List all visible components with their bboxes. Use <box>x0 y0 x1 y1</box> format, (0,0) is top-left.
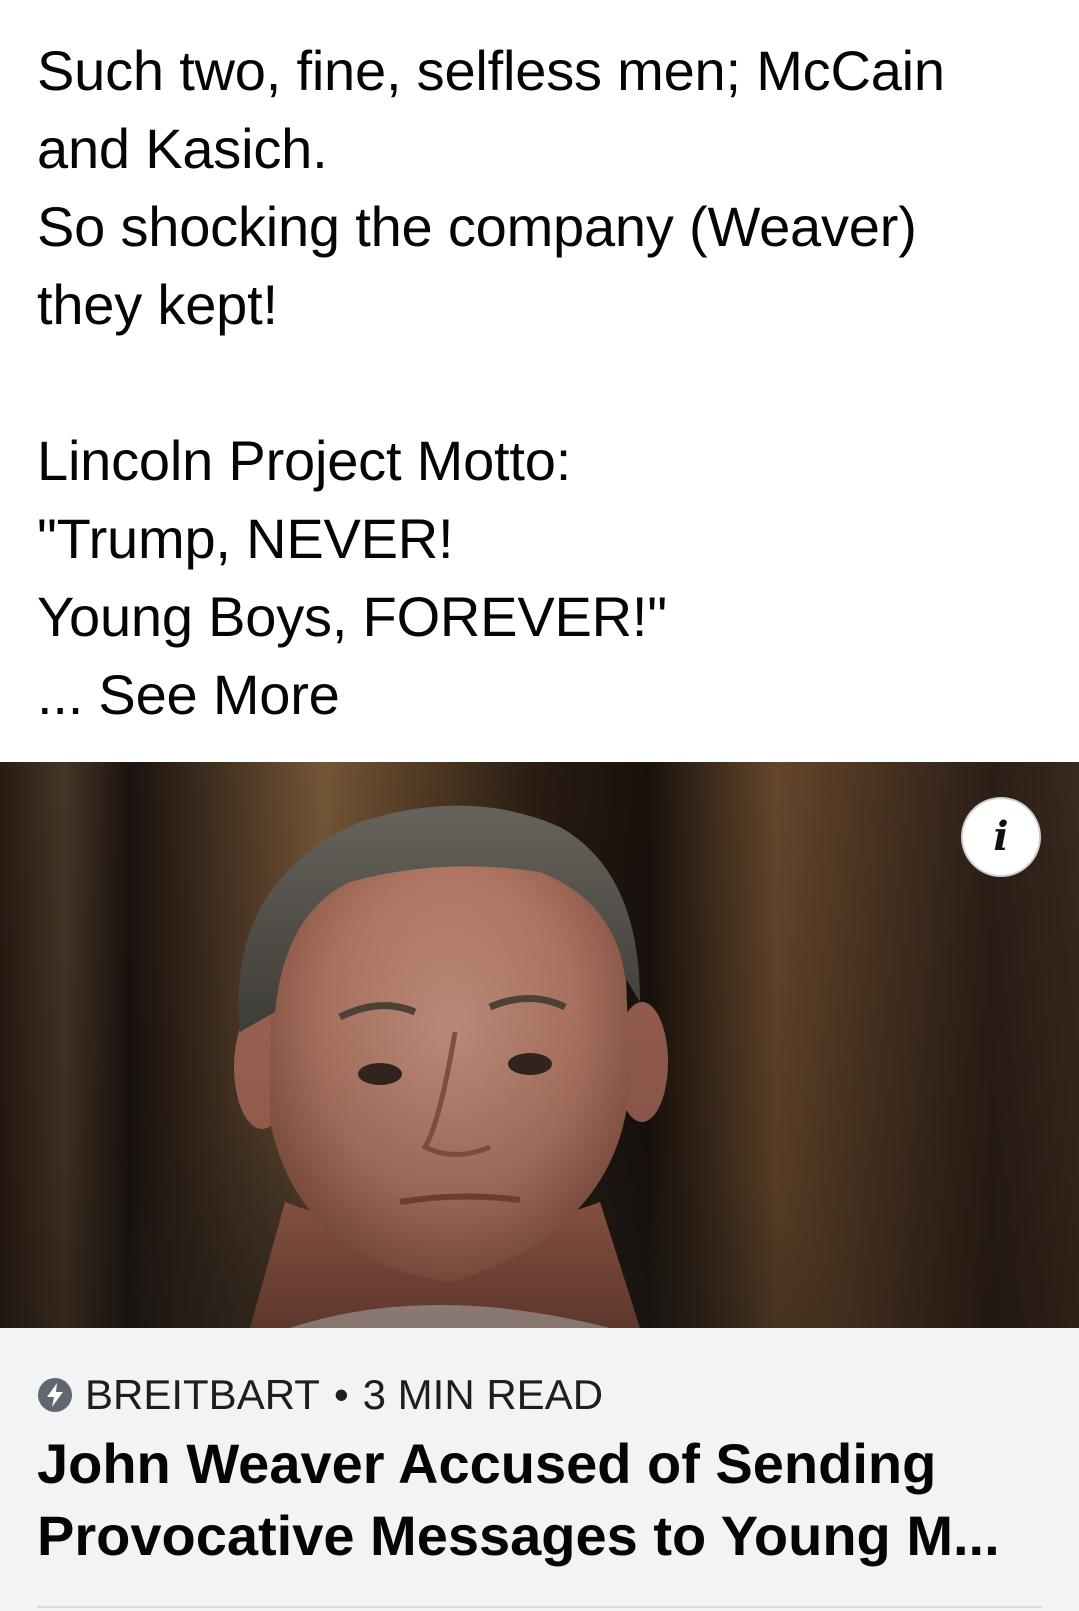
divider <box>37 1606 1042 1608</box>
link-source-row: BREITBART • 3 MIN READ <box>37 1370 603 1420</box>
read-time: 3 MIN READ <box>362 1371 604 1418</box>
post-line: Young Boys, FOREVER!" <box>37 585 667 648</box>
headline-line: John Weaver Accused of Sending <box>37 1432 937 1495</box>
post-line: they kept! <box>37 273 278 336</box>
link-source-name: BREITBART <box>85 1371 320 1418</box>
post-line: Such two, fine, selfless men; McCain <box>37 39 945 102</box>
link-card[interactable]: BREITBART • 3 MIN READ John Weaver Accus… <box>0 1328 1079 1611</box>
bolt-icon <box>38 1378 72 1412</box>
post-line: Lincoln Project Motto: <box>37 429 572 492</box>
link-headline[interactable]: John Weaver Accused of Sending Provocati… <box>37 1428 1047 1572</box>
separator-dot: • <box>333 1371 349 1418</box>
post-line: and Kasich. <box>37 117 328 180</box>
info-icon: i <box>993 813 1009 860</box>
image-shade <box>0 762 1079 1328</box>
post-line: "Trump, NEVER! <box>37 507 454 570</box>
post-message: Such two, fine, selfless men; McCain and… <box>37 32 1047 734</box>
post-line: So shocking the company (Weaver) <box>37 195 917 258</box>
see-more-link[interactable]: ... See More <box>37 656 1047 734</box>
link-preview-image[interactable] <box>0 762 1079 1328</box>
headline-line: Provocative Messages to Young M... <box>37 1504 1000 1567</box>
post-blank-line <box>37 344 1047 422</box>
ad-info-button[interactable]: i <box>961 797 1041 877</box>
